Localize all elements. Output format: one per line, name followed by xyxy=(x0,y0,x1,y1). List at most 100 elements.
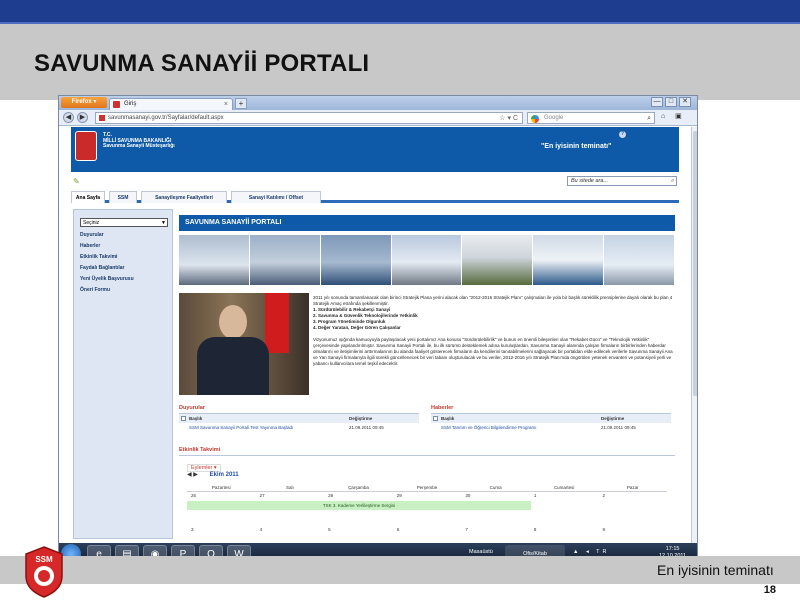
portal-title: SAVUNMA SANAYİİ PORTALI xyxy=(179,215,675,231)
vertical-scrollbar[interactable] xyxy=(691,127,697,543)
site-search-placeholder: Bu sitede ara... xyxy=(571,178,608,184)
sidebar-item-uyelik[interactable]: Yeni Üyelik Başvurusu xyxy=(80,276,134,282)
maximize-button[interactable]: □ xyxy=(665,97,677,107)
search-icon[interactable]: ⌕ xyxy=(647,113,651,124)
ministry-title: T.C. MİLLİ SAVUNMA BAKANLIĞI Savunma San… xyxy=(103,132,175,150)
official-portrait xyxy=(179,293,309,395)
column-title[interactable]: Başlık xyxy=(189,416,202,421)
page-content: T.C. MİLLİ SAVUNMA BAKANLIĞI Savunma San… xyxy=(59,127,691,543)
weekday-label: Cumartesi xyxy=(553,485,575,490)
weekday-label: Pazartesi xyxy=(211,485,231,490)
search-engine-label: Google xyxy=(544,115,564,121)
calendar-week: 26 27 28 29 30 1 2 xyxy=(187,493,667,501)
weekday-label: Cuma xyxy=(489,485,502,490)
slide-slogan: En iyisinin teminatı xyxy=(657,562,774,578)
system-tray-icons[interactable]: ▲ ◂ TR xyxy=(573,549,610,555)
calendar-day[interactable]: 26 xyxy=(187,493,256,501)
main-content: SAVUNMA SANAYİİ PORTALI 2011 yılı sonund… xyxy=(179,215,675,543)
announcements-panel: Duyurular Başlık Değiştirme SSM Savunma … xyxy=(179,405,419,447)
portrait-face xyxy=(219,305,247,339)
calendar-day[interactable]: 9 xyxy=(598,527,667,535)
browser-tab-bar: Firefox ▾ Giriş × + — □ ✕ xyxy=(59,96,697,110)
portrait-suit xyxy=(197,337,269,395)
edit-page-icon[interactable]: ✎ xyxy=(73,177,80,186)
browser-tab[interactable]: Giriş × xyxy=(109,98,233,110)
site-search-row: ✎ Bu sitede ara... ⌕ xyxy=(71,173,679,189)
sidebar-item-duyurular[interactable]: Duyurular xyxy=(80,232,104,238)
calendar-day[interactable]: 7 xyxy=(461,527,530,535)
sidebar-item-oneri[interactable]: Öneri Formu xyxy=(80,287,110,293)
back-arrow-icon[interactable]: ◀ xyxy=(63,112,74,123)
slide-top-bar xyxy=(0,0,800,24)
calendar-day[interactable]: 3 xyxy=(187,527,256,535)
intro-text-block: 2011 yılı sonunda tamamlanacak olan biri… xyxy=(313,295,673,367)
calendar-day[interactable]: 2 xyxy=(598,493,667,501)
announcements-heading[interactable]: Duyurular xyxy=(179,405,419,414)
tab-ssm[interactable]: SSM xyxy=(109,191,137,203)
home-icon[interactable]: ⌂ ▣ xyxy=(661,112,686,120)
chevron-down-icon: ▼ xyxy=(161,220,166,226)
sidebar-select[interactable]: Seçiniz ▼ xyxy=(80,218,168,227)
browser-screenshot: Firefox ▾ Giriş × + — □ ✕ ◀ ▶ savunmasan… xyxy=(58,95,698,565)
calendar-day[interactable]: 8 xyxy=(530,527,599,535)
site-slogan: "En iyisinin teminatı" xyxy=(541,143,612,150)
slide-title: SAVUNMA SANAYİİ PORTALI xyxy=(34,50,370,77)
web-search-box[interactable]: Google ⌕ xyxy=(527,112,655,124)
presentation-slide: SAVUNMA SANAYİİ PORTALI Firefox ▾ Giriş … xyxy=(0,0,800,600)
calendar-nav: ◀ ▶ Ekim 2011 xyxy=(187,471,239,478)
site-search-input[interactable]: Bu sitede ara... ⌕ xyxy=(567,176,677,186)
firefox-menu-button[interactable]: Firefox ▾ xyxy=(61,97,107,108)
sidebar-item-baglantilar[interactable]: Faydalı Bağlantılar xyxy=(80,265,124,271)
weekday-label: Çarşamba xyxy=(348,485,369,490)
calendar-day[interactable]: 1 xyxy=(530,493,599,501)
new-tab-button[interactable]: + xyxy=(235,98,247,109)
minimize-button[interactable]: — xyxy=(651,97,663,107)
browser-nav-bar: ◀ ▶ savunmasanayi.gov.tr/Sayfalar/defaul… xyxy=(59,110,697,126)
calendar-heading[interactable]: Etkinlik Takvimi xyxy=(179,447,675,456)
scrollbar-thumb[interactable] xyxy=(693,131,697,396)
ministry-line3: Savunma Sanayii Müsteşarlığı xyxy=(103,143,175,149)
ssm-logo-icon[interactable] xyxy=(75,131,97,161)
intro-text: 2011 yılı sonunda tamamlanacak olan biri… xyxy=(313,295,673,306)
bookmark-star-icon[interactable]: ☆ ▾ C xyxy=(499,113,518,124)
prev-month-icon[interactable]: ◀ xyxy=(187,472,192,478)
address-bar[interactable]: savunmasanayi.gov.tr/Sayfalar/default.as… xyxy=(95,112,523,124)
turkish-flag-icon xyxy=(265,293,289,353)
help-icon[interactable]: ? xyxy=(619,131,626,138)
announcement-link[interactable]: SSM Savunma Sanayii Portali Test Yayının… xyxy=(189,425,293,430)
close-window-button[interactable]: ✕ xyxy=(679,97,691,107)
tab-offset[interactable]: Sanayi Katılımı / Offset xyxy=(231,191,321,203)
news-link[interactable]: SSM Tanıtım ve Öğrenci Bilgilendirme Pro… xyxy=(441,425,536,430)
google-icon xyxy=(531,115,539,123)
calendar-day[interactable]: 28 xyxy=(324,493,393,501)
calendar-day[interactable]: 27 xyxy=(256,493,325,501)
sidebar-item-etkinlik[interactable]: Etkinlik Takvimi xyxy=(80,254,117,260)
column-title[interactable]: Başlık xyxy=(441,416,454,421)
calendar-event[interactable]: TSK 3. Kademe Yerlileştirme Sergisi xyxy=(187,501,531,510)
search-icon[interactable]: ⌕ xyxy=(671,177,674,186)
calendar-day[interactable]: 30 xyxy=(461,493,530,501)
desktop-label[interactable]: Masaüstü xyxy=(469,549,493,555)
tab-sanayilesme[interactable]: Sanayileşme Faaliyetleri xyxy=(141,191,227,203)
column-date[interactable]: Değiştirme xyxy=(349,414,372,423)
select-all-checkbox[interactable] xyxy=(433,416,438,421)
announcements-header-row: Başlık Değiştirme xyxy=(179,414,419,423)
logo-text: SSM xyxy=(35,555,53,564)
calendar-day[interactable]: 5 xyxy=(324,527,393,535)
next-month-icon[interactable]: ▶ xyxy=(193,472,198,478)
armored-vehicle-photo xyxy=(462,235,533,285)
column-date[interactable]: Değiştirme xyxy=(601,414,624,423)
announcement-date: 21.09.2011 09:45 xyxy=(349,425,384,430)
calendar-day[interactable]: 29 xyxy=(393,493,462,501)
calendar-day[interactable]: 6 xyxy=(393,527,462,535)
calendar-day[interactable]: 4 xyxy=(256,527,325,535)
tab-ana-sayfa[interactable]: Ana Sayfa xyxy=(71,191,105,203)
tab-close-icon[interactable]: × xyxy=(224,99,228,110)
sidebar-item-haberler[interactable]: Haberler xyxy=(80,243,100,249)
forward-arrow-icon[interactable]: ▶ xyxy=(77,112,88,123)
site-identity-icon xyxy=(99,115,105,121)
select-all-checkbox[interactable] xyxy=(181,416,186,421)
news-heading[interactable]: Haberler xyxy=(431,405,671,414)
helicopter-photo xyxy=(604,235,675,285)
intro-paragraph: Vizyonumuz ışığında kamuoyuyla paylaşıla… xyxy=(313,337,673,366)
